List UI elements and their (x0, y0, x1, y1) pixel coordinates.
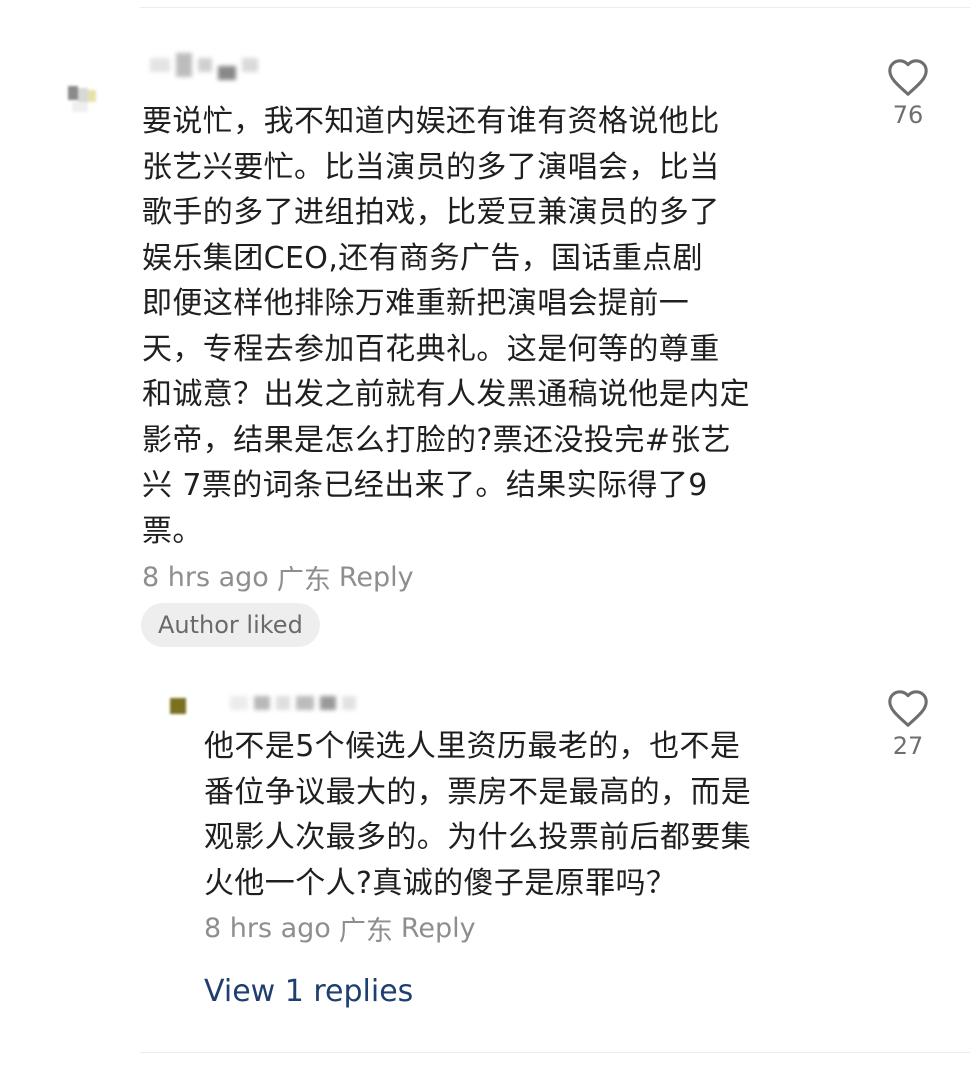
reply-button[interactable]: Reply (339, 562, 414, 593)
author-liked-badge: Author liked (141, 603, 320, 647)
comment-meta: 8 hrs ago 广东 Reply (142, 558, 414, 597)
view-replies-link[interactable]: View 1 replies (204, 974, 413, 1009)
reply-meta: 8 hrs ago 广东 Reply (204, 909, 476, 948)
bottom-divider (140, 1052, 970, 1053)
comment-time: 8 hrs ago (142, 562, 269, 593)
comment-location: 广东 (276, 565, 331, 596)
avatar[interactable] (168, 696, 190, 718)
username-blurred[interactable] (230, 696, 356, 710)
like-button[interactable]: 76 (878, 57, 938, 129)
like-count: 27 (892, 732, 924, 760)
reply-text: 他不是5个候选人里资历最老的，也不是 番位争议最大的，票房不是最高的，而是 观影… (204, 729, 752, 901)
reply-button[interactable]: Reply (401, 913, 476, 944)
like-count: 76 (892, 101, 924, 129)
like-button[interactable]: 27 (878, 688, 938, 760)
heart-outline-icon[interactable] (886, 57, 930, 97)
reply-time: 8 hrs ago (204, 913, 331, 944)
comment-text: 要说忙，我不知道内娱还有谁有资格说他比 张艺兴要忙。比当演员的多了演唱会，比当 … (142, 104, 750, 549)
username-blurred[interactable] (150, 50, 258, 80)
avatar[interactable] (58, 78, 102, 122)
heart-outline-icon[interactable] (886, 688, 930, 728)
reply-location: 广东 (338, 916, 393, 947)
top-divider (140, 7, 970, 8)
